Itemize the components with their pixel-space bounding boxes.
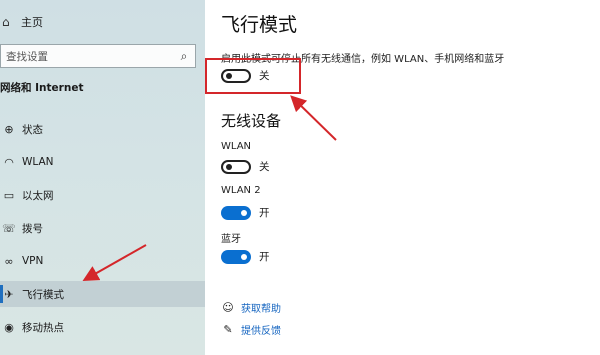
sidebar-item-wlan[interactable]: ◠ WLAN bbox=[0, 149, 205, 175]
get-help-label[interactable]: 获取帮助 bbox=[241, 300, 281, 315]
sidebar: ⌂ 主页 查找设置 ⌕ 网络和 Internet ⊕ 状态 ◠ WLAN ▭ 以… bbox=[0, 0, 205, 355]
bluetooth-toggle[interactable] bbox=[221, 249, 251, 264]
feedback-label[interactable]: 提供反馈 bbox=[241, 322, 281, 337]
page-title: 飞行模式 bbox=[221, 14, 298, 36]
main-panel: 飞行模式 启用此模式可停止所有无线通信，例如 WLAN、手机网络和蓝牙 关 无线… bbox=[205, 0, 600, 355]
sidebar-item-ethernet[interactable]: ▭ 以太网 bbox=[0, 182, 205, 208]
wlan-toggle-state: 关 bbox=[259, 161, 270, 173]
sidebar-item-label: 拨号 bbox=[22, 222, 43, 235]
vpn-icon: ∞ bbox=[4, 254, 14, 268]
sidebar-item-status[interactable]: ⊕ 状态 bbox=[0, 116, 205, 142]
annotation-highlight-box bbox=[205, 58, 301, 94]
wlan2-toggle[interactable] bbox=[221, 205, 251, 220]
status-icon: ⊕ bbox=[4, 122, 14, 136]
dialup-icon: ☏ bbox=[2, 221, 16, 235]
feedback-link[interactable]: ✎ 提供反馈 bbox=[221, 322, 281, 337]
get-help-link[interactable]: ☺ 获取帮助 bbox=[221, 300, 281, 315]
sidebar-item-label: WLAN bbox=[22, 156, 54, 168]
toggle-knob bbox=[241, 253, 247, 260]
hotspot-icon: ◉ bbox=[4, 320, 14, 334]
sidebar-item-airplane[interactable]: ✈ 飞行模式 bbox=[0, 281, 205, 307]
search-input[interactable]: 查找设置 bbox=[1, 49, 173, 64]
wireless-devices-heading: 无线设备 bbox=[221, 112, 282, 130]
section-title: 网络和 Internet bbox=[0, 82, 84, 94]
sidebar-item-label: 状态 bbox=[22, 123, 43, 136]
search-box[interactable]: 查找设置 ⌕ bbox=[0, 44, 196, 68]
sidebar-item-label: 以太网 bbox=[22, 189, 54, 202]
airplane-icon: ✈ bbox=[4, 287, 14, 301]
toggle-knob bbox=[241, 209, 247, 216]
device-label-wlan2: WLAN 2 bbox=[221, 185, 261, 196]
device-label-bluetooth: 蓝牙 bbox=[221, 234, 241, 245]
search-icon[interactable]: ⌕ bbox=[173, 49, 195, 64]
sidebar-item-hotspot[interactable]: ◉ 移动热点 bbox=[0, 314, 205, 340]
sidebar-item-label: VPN bbox=[22, 255, 44, 267]
sidebar-item-label: 移动热点 bbox=[22, 321, 64, 334]
feedback-icon: ✎ bbox=[223, 323, 233, 336]
bluetooth-toggle-state: 开 bbox=[259, 251, 270, 263]
sidebar-item-vpn[interactable]: ∞ VPN bbox=[0, 248, 205, 274]
home-label: 主页 bbox=[21, 16, 43, 29]
bluetooth-toggle-row[interactable]: 开 bbox=[221, 249, 270, 264]
home-icon: ⌂ bbox=[2, 15, 10, 29]
wlan2-toggle-state: 开 bbox=[259, 207, 270, 219]
help-icon: ☺ bbox=[222, 301, 234, 314]
sidebar-item-dialup[interactable]: ☏ 拨号 bbox=[0, 215, 205, 241]
ethernet-icon: ▭ bbox=[3, 188, 15, 202]
wlan2-toggle-row[interactable]: 开 bbox=[221, 205, 270, 220]
wifi-icon: ◠ bbox=[4, 155, 14, 169]
toggle-knob bbox=[226, 163, 232, 170]
wlan-toggle-row[interactable]: 关 bbox=[221, 159, 270, 174]
sidebar-item-label: 飞行模式 bbox=[22, 288, 64, 301]
device-label-wlan: WLAN bbox=[221, 141, 252, 152]
home-nav-item[interactable]: ⌂ 主页 bbox=[0, 8, 205, 36]
wlan-toggle[interactable] bbox=[221, 159, 251, 174]
